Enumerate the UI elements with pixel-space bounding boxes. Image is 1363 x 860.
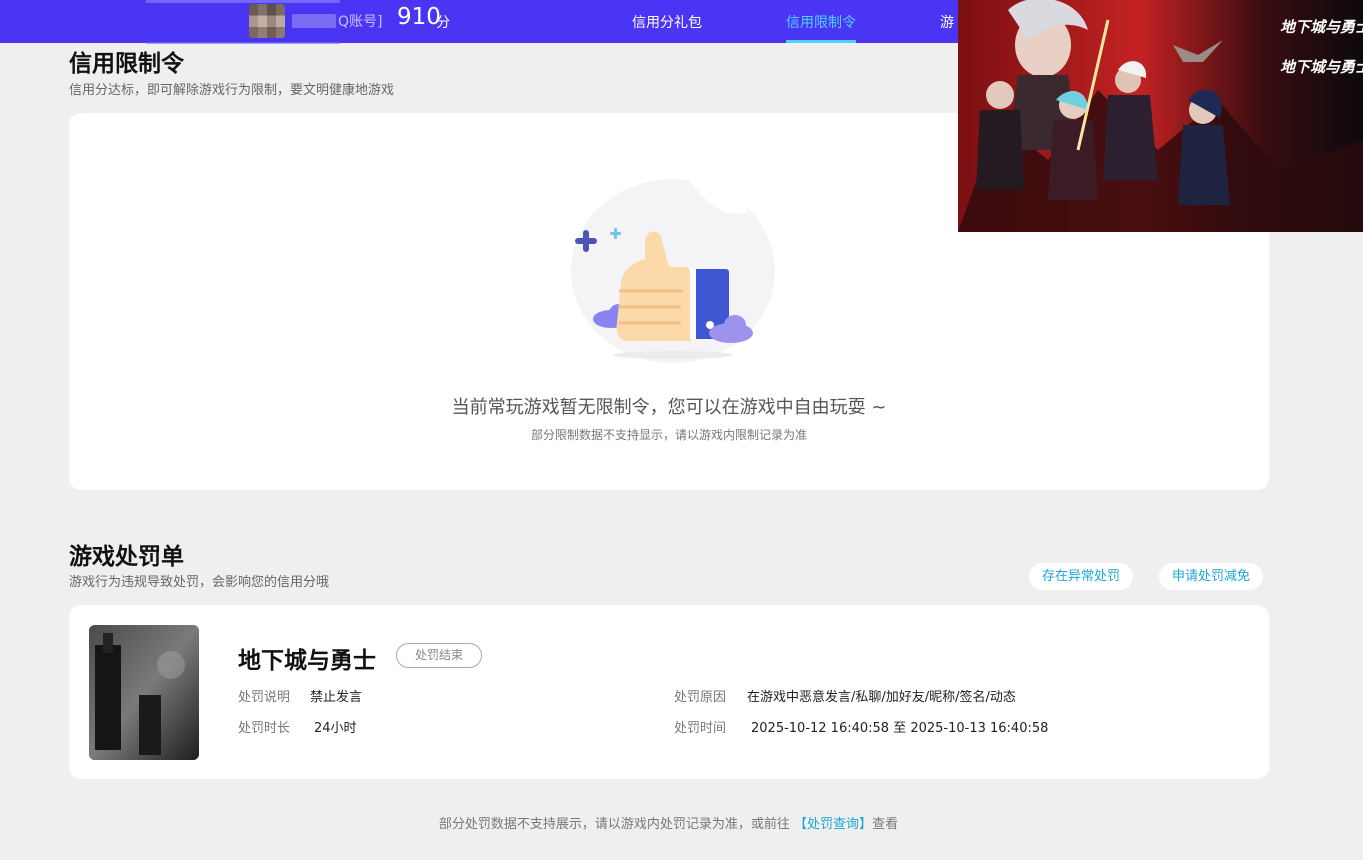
penalty-subtitle: 游戏行为违规导致处罚，会影响您的信用分哦 — [69, 575, 330, 590]
nav-game[interactable]: 游 — [940, 12, 954, 32]
footer-text-end: 查看 — [872, 817, 899, 832]
game-logo-1: 地下城与勇士 — [1280, 18, 1363, 36]
desc-value: 禁止发言 — [310, 690, 363, 705]
appeal-penalty-button[interactable]: 申请处罚减免 — [1159, 563, 1264, 590]
game-thumbnail — [89, 625, 199, 760]
abnormal-penalty-button[interactable]: 存在异常处罚 — [1029, 563, 1134, 590]
restriction-subtitle: 信用分达标，即可解除游戏行为限制，要文明健康地游戏 — [69, 83, 395, 98]
credit-score-unit: 分 — [436, 15, 450, 31]
footer-note: 部分处罚数据不支持展示，请以游戏内处罚记录为准，或前往 【处罚查询】查看 — [0, 813, 1337, 832]
nav-credit-restriction[interactable]: 信用限制令 — [786, 12, 856, 32]
avatar[interactable] — [249, 4, 285, 38]
duration-value: 24小时 — [314, 721, 357, 736]
duration-label: 处罚时长 — [238, 721, 291, 736]
status-badge: 处罚结束 — [396, 643, 482, 668]
account-name-blurred — [292, 14, 336, 28]
reason-value: 在游戏中恶意发言/私聊/加好友/昵称/签名/动态 — [747, 690, 1016, 705]
restriction-title: 信用限制令 — [69, 51, 184, 77]
header-decoration — [146, 0, 340, 3]
penalty-query-link[interactable]: 【处罚查询】 — [794, 817, 872, 832]
nav-active-indicator — [786, 40, 856, 43]
penalty-card: 地下城与勇士 处罚结束 处罚说明 禁止发言 处罚时长 24小时 处罚原因 在游戏… — [69, 605, 1269, 779]
time-label: 处罚时间 — [674, 721, 727, 736]
game-promo-banner[interactable]: 地下城与勇士 地下城与勇士 — [958, 0, 1363, 232]
nav-credit-gift[interactable]: 信用分礼包 — [632, 12, 702, 32]
game-logo-2: 地下城与勇士 — [1280, 58, 1363, 76]
credit-score: 910 — [397, 4, 441, 30]
time-value: 2025-10-12 16:40:58 至 2025-10-13 16:40:5… — [751, 721, 1049, 736]
penalty-title: 游戏处罚单 — [69, 544, 184, 570]
empty-state-note: 部分限制数据不支持显示，请以游戏内限制记录为准 — [530, 428, 807, 442]
empty-state-message: 当前常玩游戏暂无限制令，您可以在游戏中自由玩耍 ~ — [451, 397, 887, 418]
desc-label: 处罚说明 — [238, 690, 291, 705]
footer-text: 部分处罚数据不支持展示，请以游戏内处罚记录为准，或前往 — [438, 817, 795, 832]
account-label: Q账号] — [338, 14, 383, 30]
reason-label: 处罚原因 — [674, 690, 727, 705]
thumbs-up-illustration — [571, 179, 775, 363]
game-name: 地下城与勇士 — [238, 648, 376, 674]
